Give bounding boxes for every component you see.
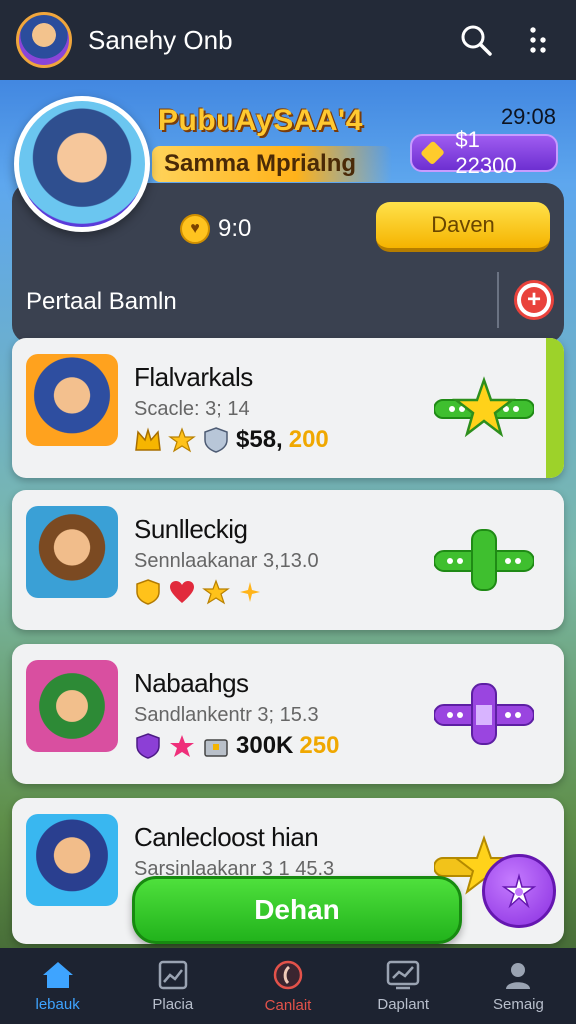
item-name: Canlecloost hian [134,822,319,852]
selected-indicator [546,338,564,478]
item-thumbnail [26,506,118,598]
crown-icon [135,427,161,451]
avatar[interactable] [16,12,72,68]
item-thumbnail [26,660,118,752]
sparkle-icon [501,873,537,909]
gem-icon [420,140,446,166]
nav-label: Daplant [377,995,430,1013]
live-icon [273,960,303,989]
item-amount-accent: 250 [299,732,340,759]
star-icon [202,579,230,605]
bottom-navigation: lebauk Placia Canlait Daplant Semaig [0,948,576,1024]
shield-icon [204,427,228,453]
coin-balance[interactable]: $1 22300 [410,127,558,178]
item-name: Sunlleckig [134,514,248,544]
heart-icon: ♥ [180,214,210,244]
divider [497,272,499,328]
item-rewards [134,578,264,606]
plus-icon: + [521,287,547,313]
nav-label: Semaig [492,995,544,1013]
item-amount-accent: 200 [288,426,329,453]
floating-action-button[interactable] [482,854,556,928]
item-thumbnail [26,354,118,446]
hero-avatar[interactable] [14,96,150,232]
item-meta: Scacle: 3; 14 [134,398,250,420]
app-title: Sanehy Onb [88,24,233,55]
item-amount: 300K [236,732,294,759]
nav-label: Placia [152,995,194,1013]
nav-item-stats[interactable]: Daplant [346,948,461,1024]
star-icon [170,735,194,757]
hero-subtitle: Samma Mprialng [152,146,392,182]
heart-icon [170,581,194,603]
star-icon [168,427,196,453]
nav-item-gallery[interactable]: Placia [115,948,230,1024]
list-item[interactable]: Nabaahgs Sandlankentr 3; 15.3 300K 250 [12,644,564,784]
chart-icon [386,960,420,989]
chest-icon [204,739,228,757]
hero-title: PubuAySAA'4 [158,104,363,137]
score: ♥ 9:0 [180,214,251,244]
nav-item-live[interactable]: Canlait [230,948,345,1024]
add-button[interactable]: + [514,280,554,320]
cta-button[interactable]: Dehan [132,876,462,944]
add-button[interactable] [434,682,534,746]
primary-button[interactable]: Daven [376,202,550,252]
nav-label: lebauk [35,995,80,1013]
item-amount: $58, [236,426,283,453]
nav-item-profile[interactable]: Semaig [461,948,576,1024]
list-item[interactable]: Flalvarkals Scacle: 3; 14 $58, 200 [12,338,564,478]
list-item[interactable]: Sunlleckig Sennlaakanar 3,13.0 [12,490,564,630]
more-vertical-icon[interactable] [516,18,560,62]
shield-icon [136,579,160,605]
item-name: Nabaahgs [134,668,249,698]
item-name: Flalvarkals [134,362,253,392]
nav-label: Canlait [264,996,312,1014]
profile-icon [506,962,531,989]
item-meta: Sennlaakanar 3,13.0 [134,550,319,572]
section-label: Pertaal Bamln [26,288,177,315]
home-icon [42,961,73,988]
nav-item-home[interactable]: lebauk [0,948,115,1024]
add-star-button[interactable] [434,376,534,440]
shield-icon [136,733,160,759]
item-meta: Sandlankentr 3; 15.3 [134,704,319,726]
score-value: 9:0 [218,215,252,242]
sparkle-icon [240,582,260,602]
search-icon[interactable] [454,18,498,62]
item-thumbnail [26,814,118,906]
add-button[interactable] [434,528,534,592]
coin-value: $1 22300 [455,127,517,178]
item-rewards: $58, 200 [134,426,329,454]
item-rewards: 300K 250 [134,732,339,760]
image-icon [158,960,188,989]
top-app-bar: Sanehy Onb [0,0,576,80]
